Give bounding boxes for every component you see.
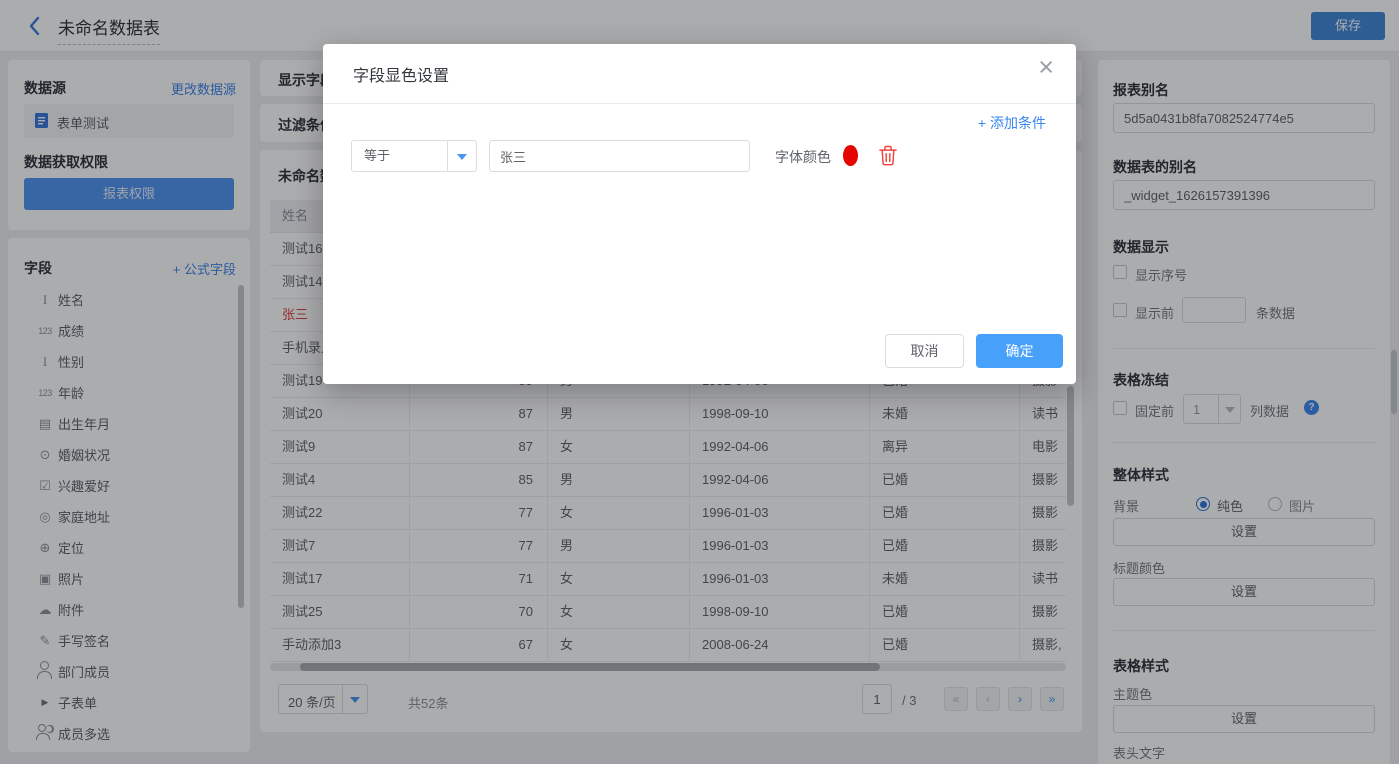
- close-icon[interactable]: ×: [1038, 54, 1054, 81]
- add-condition-link[interactable]: + 添加条件: [978, 113, 1046, 133]
- operator-select[interactable]: 等于: [351, 140, 477, 172]
- field-color-dialog: 字段显色设置 × + 添加条件 等于 字体颜色 取消 确定: [323, 44, 1076, 384]
- app-root: 未命名数据表 保存 数据源 更改数据源 表单测试 数据获取权限 报表权限 字段 …: [0, 0, 1399, 764]
- color-swatch[interactable]: [843, 145, 858, 166]
- condition-value-input[interactable]: [489, 140, 750, 172]
- cancel-button[interactable]: 取消: [885, 334, 964, 368]
- dialog-divider: [323, 103, 1076, 104]
- confirm-button[interactable]: 确定: [976, 334, 1063, 368]
- chevron-down-icon: [457, 154, 467, 165]
- operator-value: 等于: [364, 141, 390, 171]
- dialog-title: 字段显色设置: [353, 62, 449, 86]
- trash-icon[interactable]: [879, 145, 899, 166]
- operator-caret-segment: [447, 141, 476, 171]
- font-color-label: 字体颜色: [775, 147, 831, 167]
